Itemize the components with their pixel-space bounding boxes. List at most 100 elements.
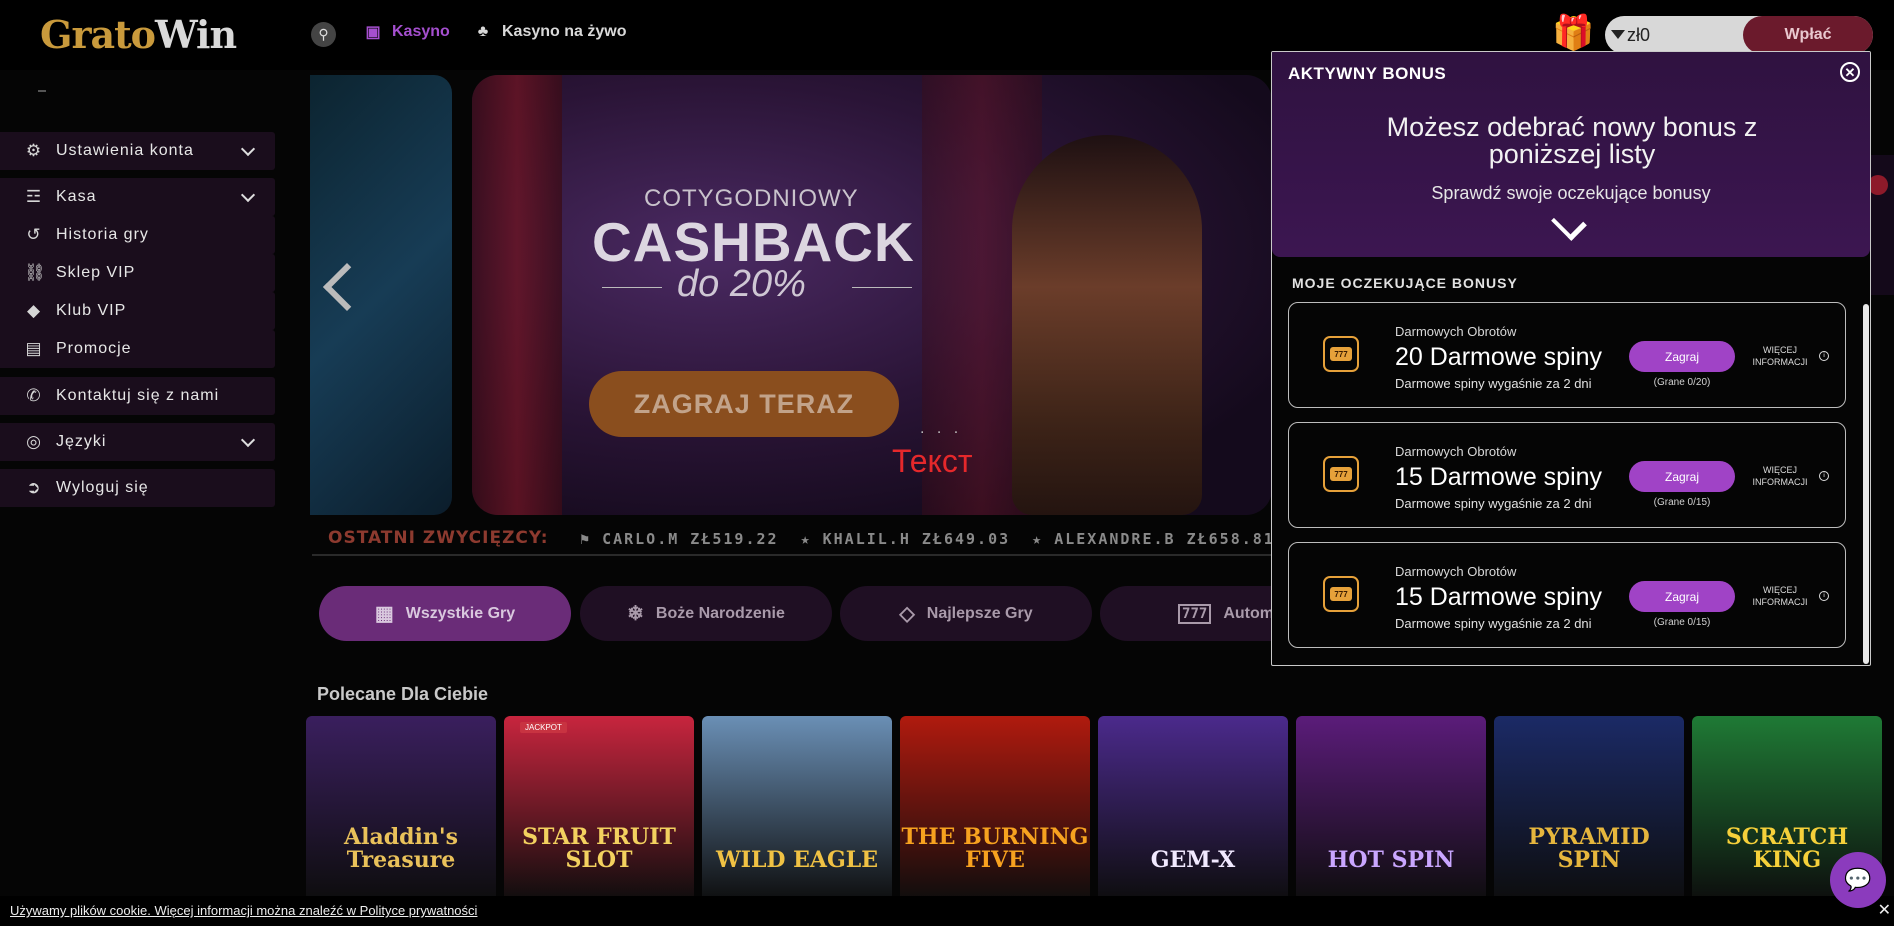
- sidebar-item-game-history[interactable]: ↺ Historia gry: [0, 216, 275, 254]
- nav-live-casino-label: Kasyno na żywo: [502, 23, 627, 40]
- more-info-link[interactable]: WIĘCEJ INFORMACJI: [1745, 344, 1815, 368]
- close-icon[interactable]: ✕: [1878, 900, 1891, 920]
- game-tile[interactable]: PYRAMID SPIN: [1494, 716, 1684, 902]
- sidebar-item-promotions[interactable]: ▤ Promocje: [0, 330, 275, 368]
- game-tile[interactable]: GEM-X: [1098, 716, 1288, 902]
- sidebar-item-label: Klub VIP: [56, 302, 127, 319]
- shop-icon: ⛓: [24, 263, 47, 282]
- winner-entry: ★ KHALIL.H ZŁ649.03: [800, 530, 1011, 548]
- divider: [38, 90, 46, 92]
- game-tile[interactable]: JACKPOT STAR FRUIT SLOT: [504, 716, 694, 902]
- slot-machine-icon: ▣: [365, 24, 381, 41]
- bonus-progress: (Grane 0/20): [1653, 377, 1711, 388]
- active-bonus-panel: AKTYWNY BONUS ✕ Możesz odebrać nowy bonu…: [1271, 51, 1871, 666]
- sidebar-item-vip-club[interactable]: ◆ Klub VIP: [0, 292, 275, 330]
- tab-label: Boże Narodzenie: [655, 604, 785, 622]
- sidebar-item-label: Promocje: [56, 340, 132, 357]
- slot-machine-icon: 777: [1323, 456, 1359, 492]
- tab-label: Autom: [1223, 604, 1274, 622]
- bonus-header: AKTYWNY BONUS ✕ Możesz odebrać nowy bonu…: [1272, 52, 1870, 257]
- nav-kasyno-label: Kasyno: [392, 23, 450, 40]
- winners-ticker: OSTATNI ZWYCIĘZCY: ⚑ CARLO.M ZŁ519.22 ★ …: [312, 526, 1306, 556]
- chevron-down-icon[interactable]: [1611, 30, 1625, 39]
- sidebar-item-account-settings[interactable]: ⚙ Ustawienia konta: [0, 132, 275, 170]
- panel-title: AKTYWNY BONUS: [1288, 64, 1447, 83]
- bonus-card: 777 Darmowych Obrotów 15 Darmowe spiny D…: [1288, 542, 1846, 648]
- sidebar-item-label: Kontaktuj się z nami: [56, 387, 220, 404]
- tab-label: Wszystkie Gry: [405, 604, 516, 622]
- logo[interactable]: GratoWin: [40, 12, 237, 57]
- game-name: STAR FRUIT SLOT: [522, 823, 676, 873]
- bonus-title: 15 Darmowe spiny: [1395, 583, 1603, 611]
- play-now-button[interactable]: ZAGRAJ TERAZ: [589, 371, 899, 437]
- christmas-icon: ❄: [627, 603, 644, 625]
- tab-christmas[interactable]: ❄ Boże Narodzenie: [580, 586, 832, 641]
- bonus-category: Darmowych Obrotów: [1395, 324, 1517, 339]
- cookie-bar: Używamy plików cookie. Więcej informacji…: [0, 896, 1894, 926]
- play-button[interactable]: Zagraj: [1629, 461, 1735, 492]
- game-name: HOT SPIN: [1327, 846, 1455, 873]
- sidebar-item-vip-shop[interactable]: ⛓ Sklep VIP: [0, 254, 275, 292]
- game-tile[interactable]: THE BURNING FIVE: [900, 716, 1090, 902]
- gift-icon[interactable]: 🎁: [1552, 13, 1594, 53]
- bonus-title: 20 Darmowe spiny: [1395, 343, 1603, 371]
- game-name: Aladdin's Treasure: [344, 823, 458, 873]
- curtain-decoration: [472, 75, 562, 515]
- chevron-down-icon: [240, 141, 256, 157]
- play-button[interactable]: Zagraj: [1629, 581, 1735, 612]
- game-name: GEM-X: [1150, 846, 1236, 873]
- wallet[interactable]: zł0 Wpłać: [1605, 16, 1873, 54]
- sidebar-item-cashier[interactable]: ☲ Kasa: [0, 178, 275, 216]
- tab-best-games[interactable]: ◇ Najlepsze Gry: [840, 586, 1092, 641]
- badge: [1868, 175, 1888, 195]
- chevron-down-icon[interactable]: [1551, 205, 1587, 241]
- check-pending-bonuses-link[interactable]: Sprawdź swoje oczekujące bonusy: [1272, 183, 1870, 204]
- chat-icon[interactable]: 💬: [1830, 852, 1886, 908]
- banner-super: COTYGODNIOWY: [644, 185, 859, 212]
- bonus-category: Darmowych Obrotów: [1395, 444, 1517, 459]
- bonus-card: 777 Darmowych Obrotów 20 Darmowe spiny D…: [1288, 302, 1846, 408]
- more-info-link[interactable]: WIĘCEJ INFORMACJI: [1745, 464, 1815, 488]
- bonus-progress: (Grane 0/15): [1653, 497, 1711, 508]
- game-name: THE BURNING FIVE: [901, 823, 1089, 873]
- scrollbar[interactable]: [1863, 304, 1869, 664]
- nav-live-casino[interactable]: ♣ Kasyno na żywo: [472, 22, 627, 42]
- search-icon[interactable]: ⚲: [311, 22, 336, 47]
- game-tile[interactable]: Aladdin's Treasure: [306, 716, 496, 902]
- divider: [312, 554, 1272, 556]
- nav-kasyno[interactable]: ▣ Kasyno: [362, 22, 450, 42]
- tab-all-games[interactable]: ▦ Wszystkie Gry: [319, 586, 571, 641]
- winner-entry: ⚑ CARLO.M ZŁ519.22: [580, 530, 779, 548]
- sidebar-item-label: Sklep VIP: [56, 264, 136, 281]
- slot-machine-icon: 777: [1323, 336, 1359, 372]
- jackpot-badge: JACKPOT: [520, 722, 567, 733]
- chevron-down-icon: [240, 187, 256, 203]
- info-icon[interactable]: i: [1819, 471, 1829, 481]
- winners-list: ⚑ CARLO.M ZŁ519.22 ★ KHALIL.H ZŁ649.03 ★…: [580, 530, 1308, 548]
- info-icon[interactable]: i: [1819, 591, 1829, 601]
- logout-icon: ➲: [26, 478, 42, 497]
- bonus-progress: (Grane 0/15): [1653, 617, 1711, 628]
- sidebar-item-contact[interactable]: ✆ Kontaktuj się z nami: [0, 377, 275, 415]
- info-icon[interactable]: i: [1819, 351, 1829, 361]
- play-button[interactable]: Zagraj: [1629, 341, 1735, 372]
- game-tile[interactable]: WILD EAGLE: [702, 716, 892, 902]
- section-title: Polecane Dla Ciebie: [317, 684, 489, 704]
- star-icon: ★: [1032, 530, 1055, 548]
- sidebar-item-label: Kasa: [56, 188, 97, 205]
- close-icon[interactable]: ✕: [1840, 62, 1860, 82]
- cash-icon: ☲: [25, 187, 43, 206]
- sidebar-item-label: Wyloguj się: [56, 479, 149, 496]
- deposit-button[interactable]: Wpłać: [1743, 16, 1873, 54]
- sidebar-item-logout[interactable]: ➲ Wyloguj się: [0, 469, 275, 507]
- bonus-title: 15 Darmowe spiny: [1395, 463, 1603, 491]
- divider: [602, 287, 662, 288]
- more-info-link[interactable]: WIĘCEJ INFORMACJI: [1745, 584, 1815, 608]
- pending-bonuses-title: MOJE OCZEKUJĄCE BONUSY: [1292, 275, 1518, 291]
- game-tile[interactable]: HOT SPIN: [1296, 716, 1486, 902]
- sidebar: ⚙ Ustawienia konta ☲ Kasa ↺ Historia gry…: [0, 70, 280, 850]
- game-name: PYRAMID SPIN: [1528, 823, 1650, 873]
- promo-banner[interactable]: COTYGODNIOWY CASHBACK do 20% ZAGRAJ TERA…: [472, 75, 1272, 515]
- sidebar-item-languages[interactable]: ◎ Języki: [0, 423, 275, 461]
- cookie-policy-link[interactable]: Używamy plików cookie. Więcej informacji…: [10, 903, 477, 918]
